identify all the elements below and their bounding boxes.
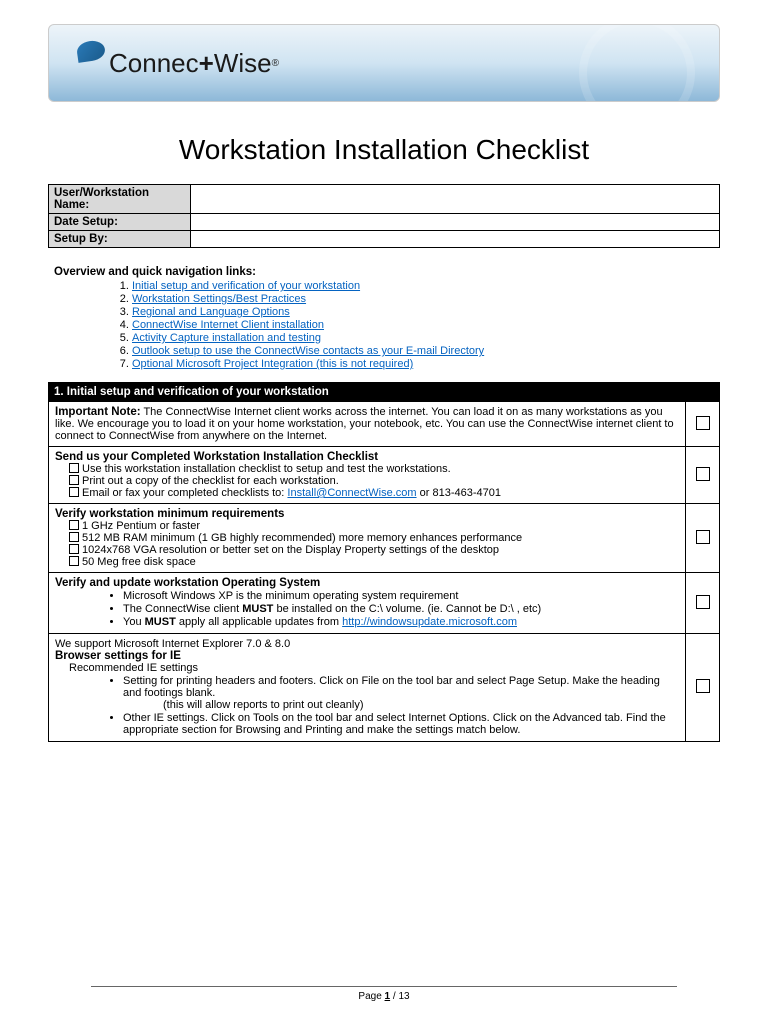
checkbox-icon[interactable] (696, 595, 710, 609)
checkbox-icon[interactable] (696, 416, 710, 430)
nav-item: ConnectWise Internet Client installation (132, 319, 720, 331)
nav-link-1[interactable]: Initial setup and verification of your w… (132, 280, 360, 292)
brand-tm: ® (272, 58, 279, 69)
meta-table: User/Workstation Name: Date Setup: Setup… (48, 184, 720, 248)
send-item-post: or 813-463-4701 (417, 487, 501, 499)
nav-link-5[interactable]: Activity Capture installation and testin… (132, 332, 321, 344)
footer-total: 13 (398, 991, 409, 1002)
meta-label: User/Workstation Name: (49, 185, 191, 214)
header-banner: Connec+Wise® (48, 24, 720, 102)
os-bullet: Microsoft Windows XP is the minimum oper… (123, 590, 679, 602)
meta-row-user: User/Workstation Name: (49, 185, 720, 214)
overview-block: Overview and quick navigation links: Ini… (54, 266, 720, 370)
req-title: Verify workstation minimum requirements (55, 508, 679, 520)
ie-bullet: Other IE settings. Click on Tools on the… (123, 712, 679, 736)
nav-link-3[interactable]: Regional and Language Options (132, 306, 290, 318)
nav-item: Activity Capture installation and testin… (132, 332, 720, 344)
windows-update-link[interactable]: http://windowsupdate.microsoft.com (342, 616, 517, 628)
table-row: We support Microsoft Internet Explorer 7… (49, 634, 720, 742)
row-body: Verify and update workstation Operating … (49, 573, 686, 634)
nav-link-4[interactable]: ConnectWise Internet Client installation (132, 319, 324, 331)
inline-checkbox-icon[interactable] (69, 532, 79, 542)
send-item: Use this workstation installation checkl… (82, 463, 451, 475)
nav-list: Initial setup and verification of your w… (92, 280, 720, 370)
table-row: Send us your Completed Workstation Insta… (49, 447, 720, 504)
row-check-cell (686, 402, 720, 447)
meta-value (191, 231, 720, 248)
brand-text-pre: Connec (109, 48, 199, 79)
send-title: Send us your Completed Workstation Insta… (55, 451, 679, 463)
meta-label: Setup By: (49, 231, 191, 248)
page-footer: Page 1 / 13 (0, 986, 768, 1002)
brand-logo: Connec+Wise® (77, 48, 279, 79)
req-item: 50 Meg free disk space (82, 556, 196, 568)
section-1-table: 1. Initial setup and verification of you… (48, 382, 720, 742)
inline-checkbox-icon[interactable] (69, 487, 79, 497)
nav-link-2[interactable]: Workstation Settings/Best Practices (132, 293, 306, 305)
inline-checkbox-icon[interactable] (69, 475, 79, 485)
row-check-cell (686, 573, 720, 634)
nav-item: Workstation Settings/Best Practices (132, 293, 720, 305)
nav-item: Initial setup and verification of your w… (132, 280, 720, 292)
inline-checkbox-icon[interactable] (69, 556, 79, 566)
section-head: 1. Initial setup and verification of you… (49, 383, 720, 402)
row-check-cell (686, 504, 720, 573)
os-bullet: You MUST apply all applicable updates fr… (123, 616, 679, 628)
table-row: Verify workstation minimum requirements … (49, 504, 720, 573)
meta-label: Date Setup: (49, 214, 191, 231)
page-title: Workstation Installation Checklist (48, 134, 720, 166)
brand-text-plus: + (199, 48, 214, 79)
nav-item: Regional and Language Options (132, 306, 720, 318)
row-body: We support Microsoft Internet Explorer 7… (49, 634, 686, 742)
footer-label: Page (358, 991, 384, 1002)
meta-row-by: Setup By: (49, 231, 720, 248)
os-title: Verify and update workstation Operating … (55, 577, 679, 589)
row-body: Verify workstation minimum requirements … (49, 504, 686, 573)
brand-text-post: Wise (214, 48, 272, 79)
row-check-cell (686, 634, 720, 742)
req-item: 1 GHz Pentium or faster (82, 520, 200, 532)
table-row: Important Note: The ConnectWise Internet… (49, 402, 720, 447)
nav-link-6[interactable]: Outlook setup to use the ConnectWise con… (132, 345, 484, 357)
meta-row-date: Date Setup: (49, 214, 720, 231)
brand-icon (76, 39, 107, 63)
row-body: Send us your Completed Workstation Insta… (49, 447, 686, 504)
checkbox-icon[interactable] (696, 679, 710, 693)
ie-bullet-note: (this will allow reports to print out cl… (163, 699, 679, 711)
nav-link-7[interactable]: Optional Microsoft Project Integration (… (132, 358, 413, 370)
install-email-link[interactable]: Install@ConnectWise.com (287, 487, 416, 499)
row-check-cell (686, 447, 720, 504)
table-row: Verify and update workstation Operating … (49, 573, 720, 634)
important-note-label: Important Note: (55, 406, 141, 418)
row-body: Important Note: The ConnectWise Internet… (49, 402, 686, 447)
send-item-pre: Email or fax your completed checklists t… (82, 487, 287, 499)
checkbox-icon[interactable] (696, 467, 710, 481)
ie-title: Browser settings for IE (55, 650, 679, 662)
ie-bullet: Setting for printing headers and footers… (123, 675, 679, 711)
inline-checkbox-icon[interactable] (69, 520, 79, 530)
os-bullet: The ConnectWise client MUST be installed… (123, 603, 679, 615)
banner-watermark-icon (579, 24, 679, 102)
inline-checkbox-icon[interactable] (69, 463, 79, 473)
ie-subtitle: Recommended IE settings (69, 662, 679, 674)
overview-title: Overview and quick navigation links: (54, 266, 720, 278)
nav-item: Outlook setup to use the ConnectWise con… (132, 345, 720, 357)
req-item: 512 MB RAM minimum (1 GB highly recommen… (82, 532, 522, 544)
checkbox-icon[interactable] (696, 530, 710, 544)
inline-checkbox-icon[interactable] (69, 544, 79, 554)
ie-support-text: We support Microsoft Internet Explorer 7… (55, 638, 679, 650)
req-item: 1024x768 VGA resolution or better set on… (82, 544, 499, 556)
important-note-text: The ConnectWise Internet client works ac… (55, 406, 674, 442)
meta-value (191, 214, 720, 231)
meta-value (191, 185, 720, 214)
send-item: Print out a copy of the checklist for ea… (82, 475, 339, 487)
nav-item: Optional Microsoft Project Integration (… (132, 358, 720, 370)
